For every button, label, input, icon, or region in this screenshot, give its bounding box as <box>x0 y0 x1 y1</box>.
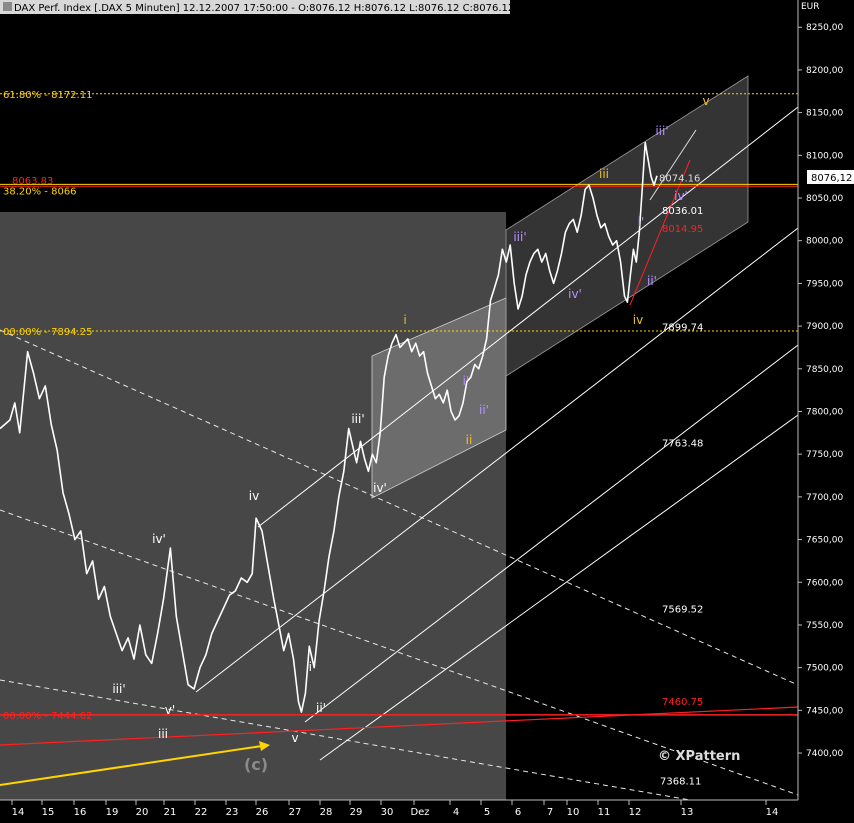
wave-label: ii' <box>479 403 489 417</box>
wave-label: iii <box>599 167 609 181</box>
y-tick-label: 8000,00 <box>806 237 843 247</box>
y-tick-label: 8150,00 <box>806 109 843 119</box>
price-annotation: 7460.75 <box>662 697 703 708</box>
wave-label: iii' <box>112 682 125 696</box>
y-tick-label: 7950,00 <box>806 279 843 289</box>
x-tick-label: 21 <box>164 807 177 818</box>
x-tick-label: 20 <box>136 807 149 818</box>
wave-label: iv' <box>373 481 387 495</box>
price-annotation: 8074.16 <box>659 173 700 184</box>
x-tick-label: 4 <box>453 807 459 818</box>
x-tick-label: 10 <box>567 807 580 818</box>
x-tick-label: 12 <box>629 807 642 818</box>
x-tick-label: 15 <box>42 807 55 818</box>
x-tick-label: 28 <box>320 807 333 818</box>
channel-shade-large <box>506 76 748 376</box>
wave-label: v <box>702 94 709 108</box>
wave-label: iii <box>158 727 168 741</box>
fib-level-label: 00.00% - 7894.25 <box>3 327 92 338</box>
x-tick-label: Dez <box>410 807 429 818</box>
x-axis: 14 15 16 19 20 21 22 23 26 27 28 29 30 Dez 4 5 6 7 10 11 12 1… <box>11 800 779 818</box>
x-tick-label: 30 <box>381 807 394 818</box>
fib-level-label: 8063.83 <box>12 176 53 187</box>
x-tick-label: 14 <box>12 807 25 818</box>
y-tick-label: 7500,00 <box>806 664 843 674</box>
wave-label: iv' <box>152 532 166 546</box>
y-tick-label: 7400,00 <box>806 749 843 759</box>
y-tick-label: 7900,00 <box>806 322 843 332</box>
wave-label: iv <box>249 489 259 503</box>
price-annotation: 7763.48 <box>662 439 703 450</box>
y-tick-label: 7450,00 <box>806 706 843 716</box>
wave-label: ii' <box>316 701 326 715</box>
x-tick-label: 14 <box>766 807 779 818</box>
watermark: © XPattern <box>658 749 740 764</box>
wave-label: ii' <box>647 274 657 288</box>
x-tick-label: 26 <box>256 807 269 818</box>
wave-label: iii' <box>513 230 526 244</box>
x-tick-label: 11 <box>598 807 611 818</box>
wave-label: i' <box>463 374 470 388</box>
x-tick-label: 19 <box>106 807 119 818</box>
y-tick-label: 7600,00 <box>806 578 843 588</box>
x-tick-label: 5 <box>484 807 490 818</box>
window-icon[interactable] <box>3 2 12 11</box>
wave-label: i' <box>638 215 645 229</box>
x-tick-label: 22 <box>195 807 208 818</box>
y-tick-label: 8200,00 <box>806 66 843 76</box>
y-tick-label: 7750,00 <box>806 450 843 460</box>
x-tick-label: 13 <box>681 807 694 818</box>
price-annotation: 7899.74 <box>662 322 703 333</box>
wave-label: iv' <box>674 189 688 203</box>
x-tick-label: 16 <box>74 807 87 818</box>
y-tick-label: 7700,00 <box>806 493 843 503</box>
x-tick-label: 27 <box>289 807 302 818</box>
wave-label: iv' <box>568 287 582 301</box>
y-tick-label: 8100,00 <box>806 151 843 161</box>
wave-label: v <box>291 731 298 745</box>
wave-label: i' <box>309 660 316 674</box>
wave-label: (c) <box>244 755 268 774</box>
x-tick-label: 6 <box>515 807 521 818</box>
wave-label: iii' <box>655 124 668 138</box>
y-tick-label: 7550,00 <box>806 621 843 631</box>
x-tick-label: 29 <box>350 807 363 818</box>
price-annotation: 7368.11 <box>660 776 701 787</box>
wave-label: i <box>403 313 406 327</box>
fib-level-label: 38.20% - 8066 <box>3 186 77 197</box>
price-annotation: 8014.95 <box>662 224 703 235</box>
price-annotation: 7569.52 <box>662 604 703 615</box>
price-annotation: 8036.01 <box>662 206 703 217</box>
y-tick-label: 7850,00 <box>806 365 843 375</box>
last-price-label: 8076,12 <box>811 173 852 184</box>
wave-label: iv <box>633 313 643 327</box>
x-tick-label: 7 <box>547 807 553 818</box>
fib-level-label: 00.00% - 7444.62 <box>3 711 92 722</box>
dax-chart: DAX Perf. Index [.DAX 5 Minuten] 12.12.2… <box>0 0 854 818</box>
y-tick-label: 7800,00 <box>806 407 843 417</box>
y-tick-label: 7650,00 <box>806 536 843 546</box>
currency-label: EUR <box>801 2 820 12</box>
wave-label: ii <box>466 433 473 447</box>
wave-label: v' <box>165 703 175 717</box>
y-tick-label: 8250,00 <box>806 23 843 33</box>
header-text: DAX Perf. Index [.DAX 5 Minuten] 12.12.2… <box>14 3 514 14</box>
fib-level-label: 61.80% - 8172.11 <box>3 90 92 101</box>
y-axis: 8250,00 8200,00 8150,00 8100,00 8050,00 8000,… <box>798 23 843 759</box>
wave-label: iii' <box>351 412 364 426</box>
x-tick-label: 23 <box>226 807 239 818</box>
y-tick-label: 8050,00 <box>806 194 843 204</box>
